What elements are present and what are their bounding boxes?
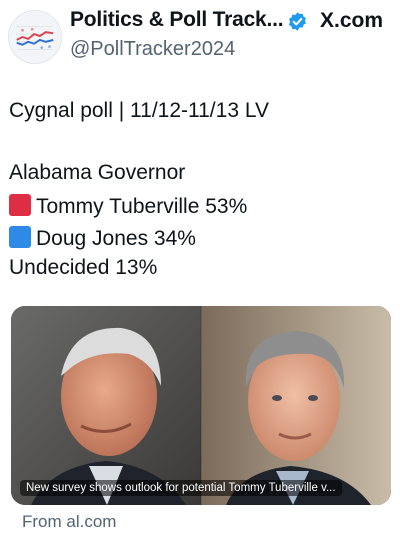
candidate-label: Tommy Tuberville 53% [36,195,248,218]
site-label: X.com [320,9,384,32]
candidate-row-jones: Doug Jones 34% [9,226,196,249]
line-chart-avatar-icon [9,11,61,63]
red-square-icon [9,194,31,216]
link-card-caption: New survey shows outlook for potential T… [20,480,342,496]
x-com-logo[interactable]: X.com [320,9,383,33]
link-card-image [11,306,391,505]
avatar[interactable] [8,10,62,64]
link-card[interactable]: New survey shows outlook for potential T… [11,306,391,505]
post-line-poll: Cygnal poll | 11/12-11/13 LV [9,99,269,122]
candidate-row-tuberville: Tommy Tuberville 53% [9,194,247,217]
post-line-undecided: Undecided 13% [9,256,158,279]
link-source[interactable]: From al.com [22,512,116,532]
candidate-label: Doug Jones 34% [36,227,196,250]
blue-square-icon [9,226,31,248]
verified-badge-icon [287,11,308,32]
account-name[interactable]: Politics & Poll Track... [70,8,284,32]
post-line-race: Alabama Governor [9,161,186,184]
account-handle[interactable]: @PollTracker2024 [70,38,235,61]
post-header: Politics & Poll Track... X.com @PollTrac… [0,0,400,76]
